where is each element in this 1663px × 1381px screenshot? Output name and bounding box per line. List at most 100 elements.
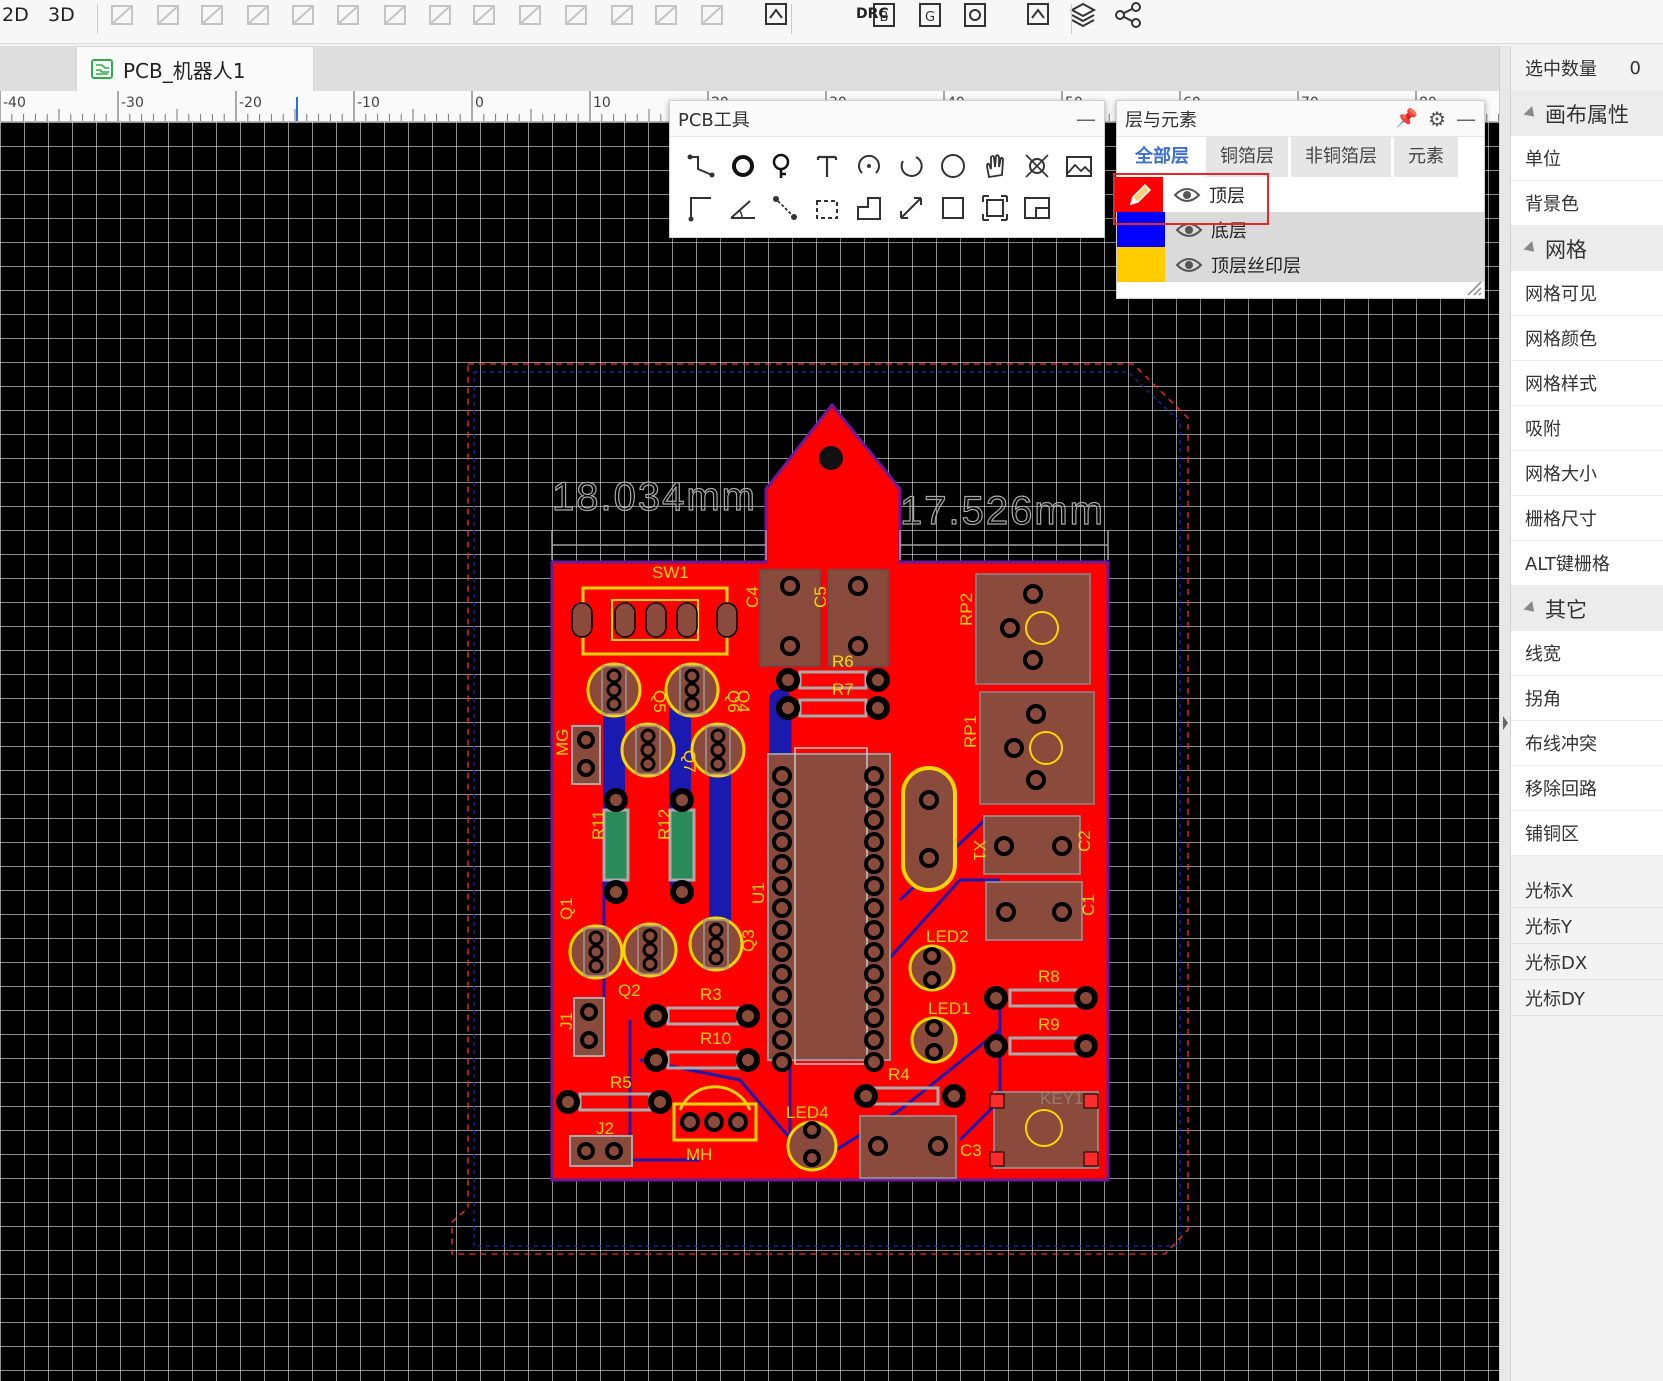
silk-label-led2: LED2 <box>926 927 969 946</box>
document-tab[interactable]: PCB_机器人1 <box>76 46 314 91</box>
eye-icon[interactable] <box>1173 186 1201 204</box>
property-row[interactable]: 网格样式 <box>1511 361 1663 406</box>
via-icon[interactable] <box>722 145 764 187</box>
property-row[interactable]: 拐角 <box>1511 676 1663 721</box>
pcb-tools-title: PCB工具 <box>678 109 750 131</box>
x1-body <box>901 766 957 892</box>
dimension-icon[interactable] <box>890 187 932 229</box>
silk-label-mh: MH <box>686 1145 712 1164</box>
drc-button[interactable]: DRC <box>856 6 889 22</box>
flip-h-icon[interactable] <box>247 5 269 25</box>
pcb-canvas[interactable]: 18.034mm 17.526mm SW1 C4 C5 R6 R7 RP2 RP… <box>0 122 1500 1381</box>
align-top-icon[interactable] <box>384 5 406 25</box>
property-row[interactable]: 布线冲突 <box>1511 721 1663 766</box>
align-right-icon[interactable] <box>337 5 359 25</box>
property-row[interactable]: 线宽 <box>1511 631 1663 676</box>
layer-color-swatch[interactable] <box>1115 177 1163 212</box>
property-section-header[interactable]: 画布属性 <box>1511 91 1663 136</box>
minimize-icon[interactable]: — <box>1456 107 1476 131</box>
property-section-header[interactable]: 网格 <box>1511 226 1663 271</box>
board-outline-icon[interactable] <box>1016 187 1058 229</box>
share-icon[interactable] <box>1115 2 1141 28</box>
silk-label-rp2: RP2 <box>957 593 976 626</box>
layer-tab-3[interactable]: 元素 <box>1394 137 1458 177</box>
arc-3pt-icon[interactable] <box>890 145 932 187</box>
image-icon[interactable] <box>1058 145 1100 187</box>
cursor-readout-row: 光标X <box>1511 872 1663 908</box>
layers-icon[interactable] <box>1069 2 1097 28</box>
copper-region-icon[interactable] <box>974 187 1016 229</box>
silk-label-r8: R8 <box>1038 967 1060 986</box>
circle-icon[interactable] <box>932 145 974 187</box>
eye-icon[interactable] <box>1175 221 1203 239</box>
layer-tab-2[interactable]: 非铜箔层 <box>1291 137 1391 177</box>
resize-grip-icon[interactable] <box>1464 278 1482 296</box>
layer-tab-0[interactable]: 全部层 <box>1121 137 1203 177</box>
layers-header[interactable]: 层与元素 📌 ⚙ — <box>1117 101 1484 137</box>
photo-view-icon[interactable] <box>1027 3 1049 25</box>
layer-row[interactable]: 底层 <box>1117 212 1484 247</box>
group-icon[interactable] <box>701 5 723 25</box>
layer-row[interactable]: 顶层丝印层 <box>1117 247 1484 282</box>
layer-name: 顶层 <box>1209 185 1245 207</box>
silk-label-led1: LED1 <box>928 999 971 1018</box>
ruler-label: -10 <box>357 95 380 111</box>
pcb-tools-header[interactable]: PCB工具 — <box>670 101 1104 137</box>
align-center-h-icon[interactable] <box>519 5 541 25</box>
hole-icon[interactable] <box>1016 145 1058 187</box>
settings-board-icon[interactable] <box>964 3 986 27</box>
align-bottom-icon[interactable] <box>429 5 451 25</box>
gear-icon[interactable]: ⚙ <box>1428 107 1446 131</box>
layer-color-swatch[interactable] <box>1117 212 1165 247</box>
pad-icon[interactable] <box>764 145 806 187</box>
layer-tab-1[interactable]: 铜箔层 <box>1206 137 1288 177</box>
layer-name: 顶层丝印层 <box>1211 255 1301 277</box>
property-row[interactable]: 单位 <box>1511 136 1663 181</box>
property-row[interactable]: 吸附 <box>1511 406 1663 451</box>
align-left-icon[interactable] <box>292 5 314 25</box>
cursor-readouts: 光标X 光标Y 光标DX 光标DY <box>1511 872 1663 1016</box>
property-row[interactable]: 铺铜区 <box>1511 811 1663 856</box>
pin-icon[interactable]: 📌 <box>1396 108 1418 129</box>
track-icon[interactable] <box>680 145 722 187</box>
collapse-triangle-icon <box>1523 106 1539 121</box>
property-row[interactable]: 背景色 <box>1511 181 1663 226</box>
property-section-header[interactable]: 其它 <box>1511 586 1663 631</box>
import-changes-icon[interactable] <box>765 3 787 25</box>
text-icon[interactable] <box>806 145 848 187</box>
mirror-icon[interactable] <box>201 5 223 25</box>
property-row[interactable]: 网格大小 <box>1511 451 1663 496</box>
corner-track-icon[interactable] <box>680 187 722 229</box>
polygon-icon[interactable] <box>848 187 890 229</box>
layer-color-swatch[interactable] <box>1117 247 1165 282</box>
connect-pad-icon[interactable] <box>764 187 806 229</box>
silk-label-r3: R3 <box>700 985 722 1004</box>
property-row[interactable]: 网格可见 <box>1511 271 1663 316</box>
angle-dim-icon[interactable] <box>722 187 764 229</box>
eye-icon[interactable] <box>1175 256 1203 274</box>
layers-title: 层与元素 <box>1125 109 1197 131</box>
properties-panel: 选中数量 0 画布属性 单位 背景色 网格 网格可见 网格颜色 网格样式 吸附 网格大小 栅格尺寸… <box>1510 46 1663 1381</box>
layer-row[interactable]: 顶层 <box>1115 177 1484 212</box>
board-g-icon[interactable]: G <box>919 3 941 27</box>
align-center-v-icon[interactable] <box>473 5 495 25</box>
rect-select-icon[interactable] <box>806 187 848 229</box>
property-row[interactable]: 网格颜色 <box>1511 316 1663 361</box>
property-row[interactable]: ALT键栅格 <box>1511 541 1663 586</box>
minimize-icon[interactable]: — <box>1076 107 1096 131</box>
rectangle-icon[interactable] <box>932 187 974 229</box>
property-row[interactable]: 移除回路 <box>1511 766 1663 811</box>
distribute-h-icon[interactable] <box>655 5 677 25</box>
distribute-v-icon[interactable] <box>611 5 633 25</box>
layer-list: 顶层底层顶层丝印层 <box>1115 177 1484 282</box>
selected-count-row: 选中数量 0 <box>1511 46 1663 91</box>
rotate-icon[interactable] <box>111 5 133 25</box>
cursor-readout-row: 光标Y <box>1511 908 1663 944</box>
property-row[interactable]: 栅格尺寸 <box>1511 496 1663 541</box>
flip-icon[interactable] <box>157 5 179 25</box>
distribute-icon[interactable] <box>565 5 587 25</box>
pan-hand-icon[interactable] <box>974 145 1016 187</box>
silk-label-q4: Q4 <box>734 690 753 713</box>
properties-collapse-handle[interactable] <box>1499 46 1510 1381</box>
arc-center-icon[interactable] <box>848 145 890 187</box>
